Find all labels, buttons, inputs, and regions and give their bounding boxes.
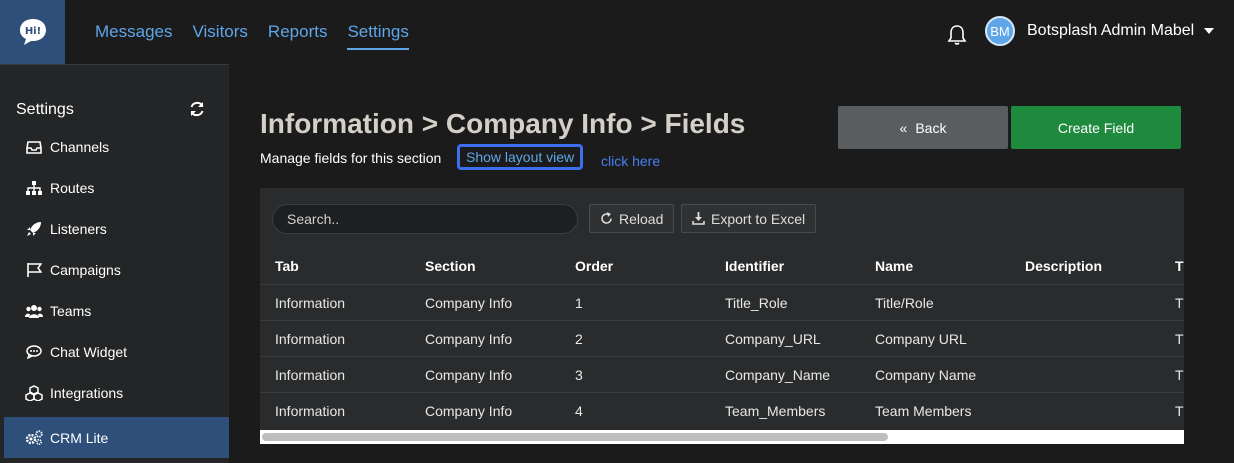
cell-type: T xyxy=(1175,367,1184,383)
table-row[interactable]: Information Company Info 2 Company_URL C… xyxy=(260,320,1184,357)
avatar[interactable]: BM xyxy=(985,16,1015,46)
scrollbar-thumb[interactable] xyxy=(262,433,888,441)
horizontal-scrollbar[interactable] xyxy=(260,430,1184,444)
cell-type: T xyxy=(1175,331,1184,347)
cell-type: T xyxy=(1175,295,1184,311)
cell-name: Company URL xyxy=(875,331,967,347)
user-name[interactable]: Botsplash Admin Mabel xyxy=(1027,22,1194,40)
nav-settings[interactable]: Settings xyxy=(347,14,410,50)
cell-order: 4 xyxy=(575,403,583,419)
cell-identifier: Team_Members xyxy=(725,403,826,419)
cell-name: Company Name xyxy=(875,367,977,383)
reload-icon xyxy=(601,212,612,224)
sidebar-item-label: Teams xyxy=(50,302,92,319)
sitemap-icon xyxy=(24,178,44,198)
column-header-name[interactable]: Name xyxy=(875,258,913,274)
nav-reports[interactable]: Reports xyxy=(268,14,328,50)
sidebar-item-integrations[interactable]: Integrations xyxy=(4,372,229,413)
main-content: Information > Company Info > Fields Mana… xyxy=(229,64,1234,462)
table-row[interactable]: Information Company Info 4 Team_Members … xyxy=(260,392,1184,429)
cell-identifier: Title_Role xyxy=(725,295,788,311)
sidebar-item-label: Chat Widget xyxy=(50,343,128,360)
table-row[interactable]: Information Company Info 3 Company_Name … xyxy=(260,356,1184,393)
create-field-button[interactable]: Create Field xyxy=(1011,106,1181,149)
nav-messages[interactable]: Messages xyxy=(95,14,172,50)
cubes-icon xyxy=(24,383,44,403)
cell-section: Company Info xyxy=(425,367,513,383)
table-row[interactable]: Information Company Info 1 Title_Role Ti… xyxy=(260,284,1184,321)
column-header-order[interactable]: Order xyxy=(575,258,613,274)
cell-tab: Information xyxy=(275,295,346,311)
export-excel-button[interactable]: Export to Excel xyxy=(681,204,817,233)
cell-identifier: Company_Name xyxy=(725,367,831,383)
sidebar-item-label: CRM Lite xyxy=(50,429,109,446)
sidebar-item-campaigns[interactable]: Campaigns xyxy=(4,249,229,290)
cell-tab: Information xyxy=(275,403,346,419)
logo[interactable]: Hi! xyxy=(0,0,65,64)
sidebar-item-routes[interactable]: Routes xyxy=(4,167,229,208)
cell-tab: Information xyxy=(275,331,346,347)
refresh-icon[interactable] xyxy=(188,100,206,118)
users-icon xyxy=(24,301,44,321)
column-header-section[interactable]: Section xyxy=(425,258,476,274)
cell-identifier: Company_URL xyxy=(725,331,821,347)
sidebar-item-label: Integrations xyxy=(50,384,124,401)
show-layout-view-link[interactable]: Show layout view xyxy=(457,144,584,170)
sidebar-item-label: Listeners xyxy=(50,220,107,237)
rocket-icon xyxy=(24,219,44,239)
sidebar-item-label: Channels xyxy=(50,138,110,155)
flag-icon xyxy=(24,260,44,280)
sidebar-item-label: Campaigns xyxy=(50,261,121,278)
sidebar-item-crm-lite[interactable]: CRM Lite xyxy=(4,417,229,458)
search-input[interactable] xyxy=(272,204,578,234)
column-header-description[interactable]: Description xyxy=(1025,258,1102,274)
top-bar: Hi! Messages Visitors Reports Settings B… xyxy=(0,0,1234,64)
inbox-icon xyxy=(24,137,44,157)
chat-icon xyxy=(24,342,44,362)
sidebar: Settings Channels Routes Listeners Campa… xyxy=(0,64,229,463)
cell-order: 2 xyxy=(575,331,583,347)
cell-order: 1 xyxy=(575,295,583,311)
sidebar-item-label: Routes xyxy=(50,179,95,196)
cell-order: 3 xyxy=(575,367,583,383)
click-here-link[interactable]: click here xyxy=(601,153,660,169)
cell-name: Title/Role xyxy=(875,295,934,311)
cell-name: Team Members xyxy=(875,403,972,419)
chevron-down-icon[interactable] xyxy=(1204,28,1214,34)
cell-section: Company Info xyxy=(425,331,513,347)
sidebar-item-listeners[interactable]: Listeners xyxy=(4,208,229,249)
double-chevron-left-icon: « xyxy=(899,119,908,136)
gears-icon xyxy=(24,428,44,448)
nav-visitors[interactable]: Visitors xyxy=(192,14,247,50)
reload-label: Reload xyxy=(619,210,664,227)
reload-button[interactable]: Reload xyxy=(589,204,675,233)
cell-tab: Information xyxy=(275,367,346,383)
export-label: Export to Excel xyxy=(711,210,806,227)
sidebar-item-chat-widget[interactable]: Chat Widget xyxy=(4,331,229,372)
column-header-identifier[interactable]: Identifier xyxy=(725,258,784,274)
main-nav: Messages Visitors Reports Settings xyxy=(95,0,410,64)
cell-section: Company Info xyxy=(425,403,513,419)
sidebar-item-teams[interactable]: Teams xyxy=(4,290,229,331)
sidebar-title: Settings xyxy=(16,101,74,118)
column-header-tab[interactable]: Tab xyxy=(275,258,299,274)
chat-bubble-logo-icon: Hi! xyxy=(19,19,46,45)
column-header-type[interactable]: T xyxy=(1175,258,1184,274)
back-button[interactable]: « Back xyxy=(838,106,1008,149)
svg-text:Hi!: Hi! xyxy=(24,26,40,37)
fields-table-panel: Reload Export to Excel Tab Section Order… xyxy=(260,188,1184,444)
cell-section: Company Info xyxy=(425,295,513,311)
cell-type: T xyxy=(1175,403,1184,419)
page-title: Information > Company Info > Fields xyxy=(260,108,746,139)
sidebar-item-channels[interactable]: Channels xyxy=(4,126,229,167)
download-icon xyxy=(692,212,705,225)
bell-icon[interactable] xyxy=(947,24,967,46)
page-subtitle: Manage fields for this section xyxy=(260,150,442,166)
back-button-label: Back xyxy=(915,119,947,136)
